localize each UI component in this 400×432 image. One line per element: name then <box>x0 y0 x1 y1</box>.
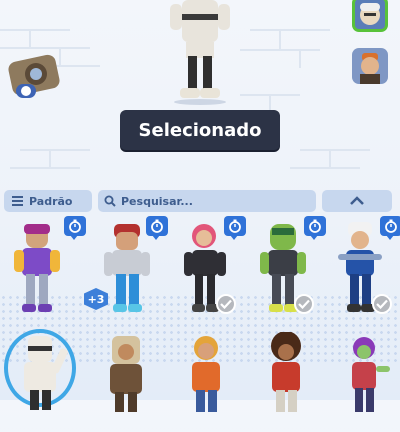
search-placeholder: Pesquisar... <box>121 194 193 208</box>
stopwatch-icon <box>69 219 81 233</box>
camera-button[interactable] <box>6 50 64 100</box>
character-grid: +3 <box>0 214 400 412</box>
stopwatch-icon <box>385 219 397 233</box>
character-card-selected[interactable] <box>10 332 80 432</box>
time-limited-badge <box>304 216 326 240</box>
chevron-up-icon <box>350 196 364 205</box>
character-figure <box>110 336 142 412</box>
extra-outfits-count: +3 <box>87 292 105 306</box>
selected-label: Selecionado <box>138 119 262 141</box>
time-limited-badge <box>380 216 400 240</box>
camera-icon <box>8 54 60 98</box>
check-icon <box>220 299 232 309</box>
character-figure <box>14 224 60 312</box>
search-input[interactable]: Pesquisar... <box>98 190 316 212</box>
character-figure <box>352 337 390 412</box>
character-figure <box>24 336 68 410</box>
character-face-icon <box>360 53 380 84</box>
stopwatch-icon <box>151 219 163 233</box>
time-limited-badge <box>64 216 86 240</box>
list-icon <box>12 196 23 206</box>
owned-check <box>294 294 314 314</box>
owned-check <box>216 294 236 314</box>
sort-filter-button[interactable]: Padrão <box>4 190 92 212</box>
character-toolbar: Padrão Pesquisar... <box>0 190 400 214</box>
time-limited-badge <box>224 216 246 240</box>
check-icon <box>298 299 310 309</box>
check-icon <box>376 299 388 309</box>
character-card[interactable] <box>176 332 246 432</box>
stopwatch-icon <box>229 219 241 233</box>
collapse-button[interactable] <box>322 190 392 212</box>
character-card[interactable] <box>256 331 326 432</box>
selected-character-preview <box>170 0 230 105</box>
character-card[interactable] <box>96 332 166 432</box>
stopwatch-icon <box>309 219 321 233</box>
outfit-avatar-selected[interactable] <box>352 0 388 32</box>
search-icon <box>104 195 116 207</box>
character-figure <box>271 331 301 412</box>
filter-label: Padrão <box>29 194 73 208</box>
owned-check <box>372 294 392 314</box>
character-face-icon <box>360 3 380 25</box>
selected-status-banner: Selecionado <box>120 110 280 150</box>
outfit-avatar[interactable] <box>352 48 388 84</box>
character-figure <box>192 336 220 412</box>
time-limited-badge <box>146 216 168 240</box>
character-card[interactable] <box>336 332 400 432</box>
